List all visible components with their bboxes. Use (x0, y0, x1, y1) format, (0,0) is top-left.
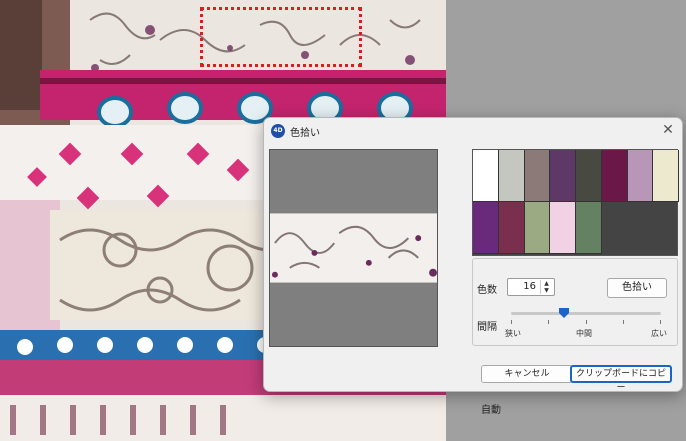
slider-max-label: 広い (651, 329, 667, 338)
selection-preview (269, 149, 438, 347)
colors-count-label: 色数 (477, 285, 497, 296)
color-swatch[interactable] (550, 202, 576, 254)
spinner-arrows-icon[interactable]: ▲ ▼ (540, 280, 552, 294)
slider-min-label: 狭い (505, 329, 521, 338)
preview-image (270, 213, 437, 283)
slider-track[interactable] (511, 312, 661, 315)
color-swatch[interactable] (524, 150, 551, 202)
dialog-title: 色拾い (290, 128, 320, 139)
interval-slider[interactable]: 狭い 中間 広い (505, 308, 667, 342)
color-swatch[interactable] (498, 202, 525, 254)
copy-to-clipboard-button[interactable]: クリップボードにコピー (570, 365, 672, 393)
color-swatch[interactable] (576, 202, 602, 254)
color-swatch[interactable] (473, 150, 499, 202)
color-swatch[interactable] (498, 150, 525, 202)
slider-tick (548, 320, 549, 324)
color-swatch[interactable] (550, 150, 576, 202)
color-swatch[interactable] (601, 150, 628, 202)
color-swatch[interactable] (576, 150, 602, 202)
slider-tick (660, 320, 661, 324)
cancel-button[interactable]: キャンセル (481, 365, 573, 383)
color-swatch[interactable] (627, 150, 654, 202)
slider-tick (586, 320, 587, 324)
selection-marquee[interactable] (200, 7, 362, 67)
app-icon: 4D (271, 124, 285, 138)
interval-label: 間隔 (477, 322, 497, 333)
colors-count-value[interactable]: 16 (514, 281, 536, 292)
slider-tick (511, 320, 512, 324)
color-swatch[interactable] (653, 150, 679, 202)
color-picker-dialog: 4D 色拾い ✕ 自動 色数 16 ▲ ▼ 色拾い 間隔 狭い 中間 広い キャ… (263, 117, 683, 416)
pick-colors-button[interactable]: 色拾い (607, 278, 667, 298)
color-swatch[interactable] (524, 202, 551, 254)
close-icon[interactable]: ✕ (660, 122, 676, 138)
slider-thumb[interactable] (558, 308, 569, 318)
dialog-titlebar[interactable]: 4D 色拾い ✕ (264, 118, 682, 144)
slider-tick (623, 320, 624, 324)
auto-label: 自動 (481, 405, 501, 416)
color-swatch[interactable] (473, 202, 499, 254)
slider-mid-label: 中間 (576, 329, 592, 338)
colors-count-stepper[interactable]: 16 ▲ ▼ (507, 278, 555, 296)
color-palette (472, 149, 679, 256)
swatch-grid (473, 150, 679, 255)
